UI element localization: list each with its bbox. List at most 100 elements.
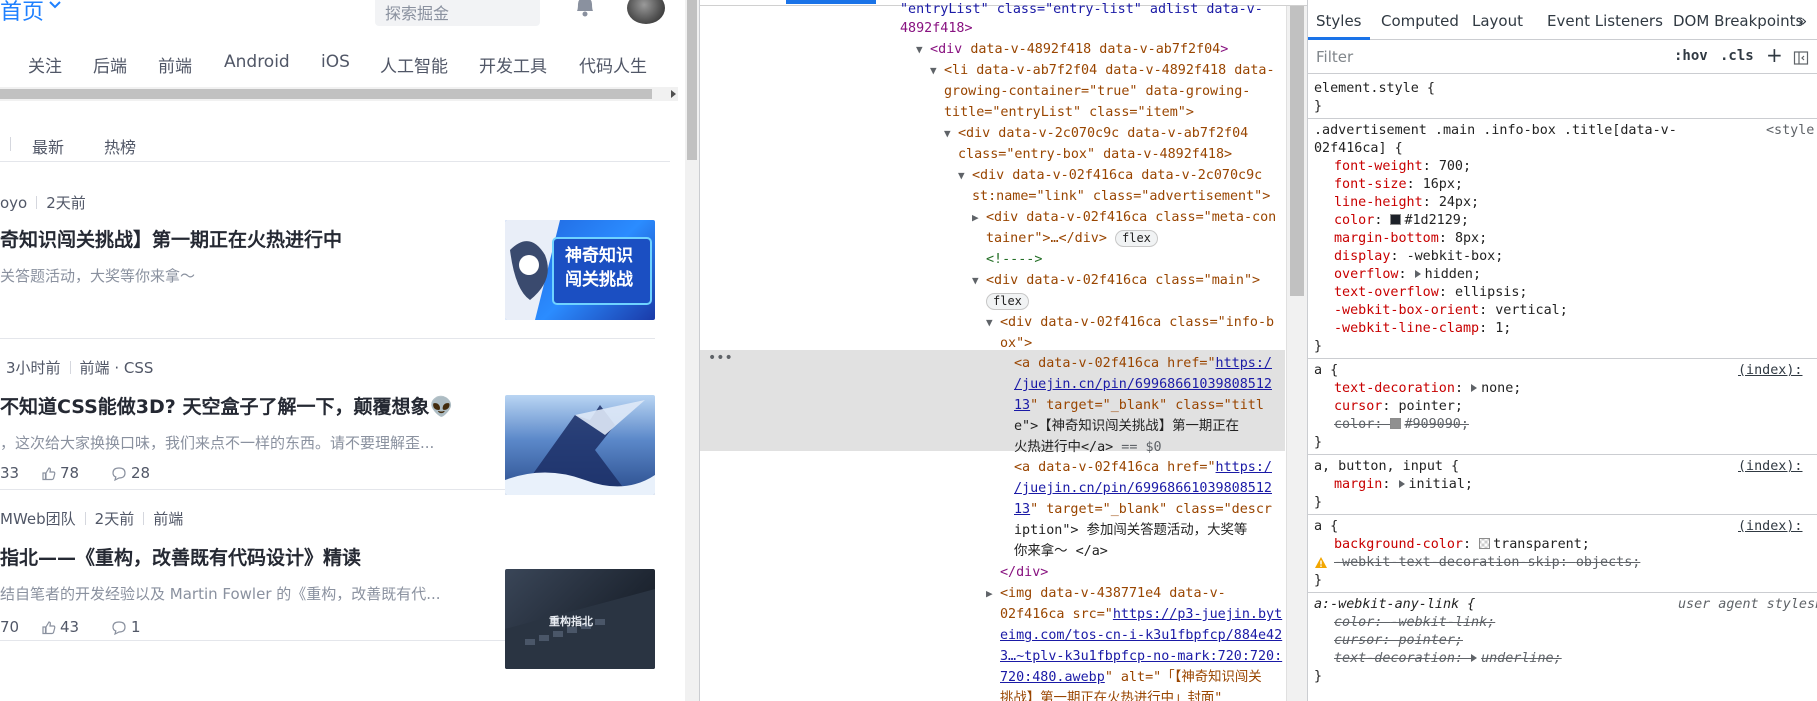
selected-dom-line[interactable]: e">【神奇知识闯关挑战】第一期正在: [1014, 417, 1239, 438]
flex-badge[interactable]: flex: [986, 293, 1029, 310]
dom-line[interactable]: ▼ <li data-v-ab7f2f04 data-v-4892f418 dat…: [930, 61, 1275, 82]
dom-line[interactable]: 720:480.awebp" alt="「【神奇知识闯关: [1000, 668, 1262, 689]
dom-line[interactable]: 02f416ca src="https://p3-juejin.byt: [1000, 605, 1282, 626]
dom-line[interactable]: ▶ <div data-v-02f416ca class="meta-con: [972, 208, 1276, 229]
css-property-overridden[interactable]: color: -webkit-link;: [1334, 614, 1495, 632]
comment-button[interactable]: 1: [111, 618, 141, 636]
like-button[interactable]: 43: [41, 618, 79, 636]
scrollbar-thumb[interactable]: [0, 89, 652, 99]
article-item[interactable]: 3小时前 前端 · CSS 不知道CSS能做3D? 天空盒子了解一下，颠覆想象👽 …: [0, 340, 655, 495]
category-code-life[interactable]: 代码人生: [579, 52, 647, 77]
article-thumbnail[interactable]: 神奇知识闯关挑战: [505, 220, 655, 320]
css-property[interactable]: text-overflow: ellipsis;: [1334, 284, 1528, 302]
notification-bell-icon[interactable]: [572, 0, 598, 20]
expand-shorthand-icon[interactable]: [1398, 480, 1405, 488]
user-avatar[interactable]: [627, 0, 665, 24]
expand-shorthand-icon[interactable]: [1471, 654, 1478, 662]
expand-shorthand-icon[interactable]: [1414, 270, 1421, 278]
rule-selector[interactable]: a:-webkit-any-link {: [1314, 596, 1475, 614]
dom-link[interactable]: /juejin.cn/pin/69968661039808512: [1014, 481, 1272, 496]
category-dev-tools[interactable]: 开发工具: [479, 52, 547, 77]
horizontal-scrollbar[interactable]: [0, 87, 678, 101]
article-tags[interactable]: 前端 · CSS: [80, 359, 154, 377]
class-toggle[interactable]: .cls: [1720, 48, 1754, 64]
expand-triangle-icon[interactable]: ▼: [944, 124, 958, 145]
like-button[interactable]: 78: [41, 464, 79, 482]
category-ios[interactable]: iOS: [321, 52, 350, 72]
article-thumbnail[interactable]: 重构指北: [505, 569, 655, 669]
article-title[interactable]: 不知道CSS能做3D? 天空盒子了解一下，颠覆想象👽: [0, 392, 453, 419]
dom-line[interactable]: ▼ <div data-v-4892f418 data-v-ab7f2f04>: [916, 40, 1228, 61]
css-property[interactable]: display: -webkit-box;: [1334, 248, 1503, 266]
rule-source-link[interactable]: <style: [1766, 122, 1814, 140]
color-swatch[interactable]: [1390, 214, 1402, 225]
category-frontend[interactable]: 前端: [158, 52, 192, 77]
css-property-overridden[interactable]: text-decoration: underline;: [1334, 650, 1562, 668]
rule-selector[interactable]: element.style {: [1314, 80, 1435, 98]
selected-dom-line[interactable]: 火热进行中</a> == $0: [1014, 438, 1162, 459]
dom-line[interactable]: 13" target="_blank" class="descr: [1014, 500, 1272, 521]
css-property[interactable]: -webkit-box-orient: vertical;: [1334, 302, 1568, 320]
dom-link[interactable]: https:/: [1216, 356, 1272, 371]
article-title[interactable]: 奇知识闯关挑战】第一期正在火热进行中: [0, 225, 342, 252]
selected-dom-line[interactable]: /juejin.cn/pin/69968661039808512: [1014, 375, 1272, 396]
css-property[interactable]: background-color: transparent;: [1334, 536, 1590, 554]
tab-dom-breakpoints[interactable]: DOM Breakpoints: [1673, 12, 1803, 30]
selected-dom-line[interactable]: <a data-v-02f416ca href="https:/: [1014, 354, 1272, 375]
dom-line[interactable]: ▶ <img data-v-438771e4 data-v-: [986, 584, 1226, 605]
rule-selector[interactable]: a {: [1314, 518, 1338, 536]
hover-state-toggle[interactable]: :hov: [1674, 48, 1708, 64]
collapse-triangle-icon[interactable]: ▶: [972, 208, 986, 229]
expand-triangle-icon[interactable]: ▼: [972, 271, 986, 292]
css-property-overridden[interactable]: color: #909090;: [1334, 416, 1469, 434]
dom-link[interactable]: 13: [1014, 398, 1030, 413]
category-backend[interactable]: 后端: [93, 52, 127, 77]
rule-selector[interactable]: a, button, input {: [1314, 458, 1459, 476]
expand-triangle-icon[interactable]: ▼: [930, 61, 944, 82]
rule-source-link[interactable]: (index):: [1738, 362, 1803, 380]
dom-line[interactable]: flex: [986, 292, 1029, 313]
css-property[interactable]: text-decoration: none;: [1334, 380, 1521, 398]
tab-styles[interactable]: Styles: [1316, 12, 1362, 30]
dom-line[interactable]: /juejin.cn/pin/69968661039808512: [1014, 479, 1272, 500]
expand-triangle-icon[interactable]: ▼: [958, 166, 972, 187]
tab-event-listeners[interactable]: Event Listeners: [1547, 12, 1663, 30]
sort-hot-tab[interactable]: 热榜: [104, 134, 136, 158]
color-swatch[interactable]: [1479, 538, 1491, 549]
category-follow[interactable]: 关注: [28, 52, 62, 77]
rule-source-link[interactable]: (index):: [1738, 458, 1803, 476]
dom-line[interactable]: class="entry-box" data-v-4892f418>: [958, 145, 1232, 166]
toggle-sidebar-icon[interactable]: [1793, 50, 1809, 66]
article-item[interactable]: MWeb团队 2天前 前端 指北——《重构，改善既有代码设计》精读 结自笔者的开发经…: [0, 491, 655, 669]
comment-button[interactable]: 28: [111, 464, 150, 482]
collapse-triangle-icon[interactable]: ▶: [986, 584, 1000, 605]
css-property-invalid[interactable]: -webkit-text-decoration-skip: objects;: [1334, 554, 1640, 572]
dom-line[interactable]: ▼ <div data-v-2c070c9c data-v-ab7f2f04: [944, 124, 1248, 145]
rule-selector[interactable]: 02f416ca] {: [1314, 140, 1403, 158]
dom-line[interactable]: ▼ <div data-v-02f416ca class="main">: [972, 271, 1260, 292]
scrollbar-thumb[interactable]: [1290, 6, 1304, 296]
category-android[interactable]: Android: [224, 52, 290, 72]
sort-latest-tab[interactable]: 最新: [32, 134, 64, 158]
dom-link[interactable]: https:/: [1216, 460, 1272, 475]
css-property[interactable]: margin: initial;: [1334, 476, 1473, 494]
dom-line[interactable]: ox">: [1000, 334, 1032, 355]
dom-link[interactable]: https://p3-juejin.byt: [1113, 607, 1282, 622]
css-property[interactable]: line-height: 24px;: [1334, 194, 1479, 212]
expand-triangle-icon[interactable]: ▼: [916, 40, 930, 61]
scrollbar-thumb[interactable]: [687, 0, 697, 160]
article-description[interactable]: 关答题活动，大奖等你来拿～: [0, 265, 195, 286]
dom-line[interactable]: 挑战】第一期正在火热进行中」封面": [1000, 689, 1222, 701]
color-swatch[interactable]: [1390, 418, 1402, 429]
dom-line[interactable]: iption"> 参加闯关答题活动，大奖等: [1014, 521, 1247, 542]
dom-line[interactable]: 你来拿～ </a>: [1014, 542, 1108, 563]
chevron-down-icon[interactable]: [48, 0, 62, 12]
dom-line[interactable]: "entryList" class="entry-list" adlist da…: [900, 0, 1263, 21]
article-description[interactable]: 结自笔者的开发经验以及 Martin Fowler 的《重构，改善既有代...: [0, 583, 441, 604]
css-property[interactable]: -webkit-line-clamp: 1;: [1334, 320, 1511, 338]
rule-source-link[interactable]: (index):: [1738, 518, 1803, 536]
expand-shorthand-icon[interactable]: [1471, 384, 1478, 392]
dom-line[interactable]: ▼ <div data-v-02f416ca class="info-b: [986, 313, 1274, 334]
category-ai[interactable]: 人工智能: [380, 52, 448, 77]
dom-line[interactable]: <!---->: [986, 250, 1042, 271]
